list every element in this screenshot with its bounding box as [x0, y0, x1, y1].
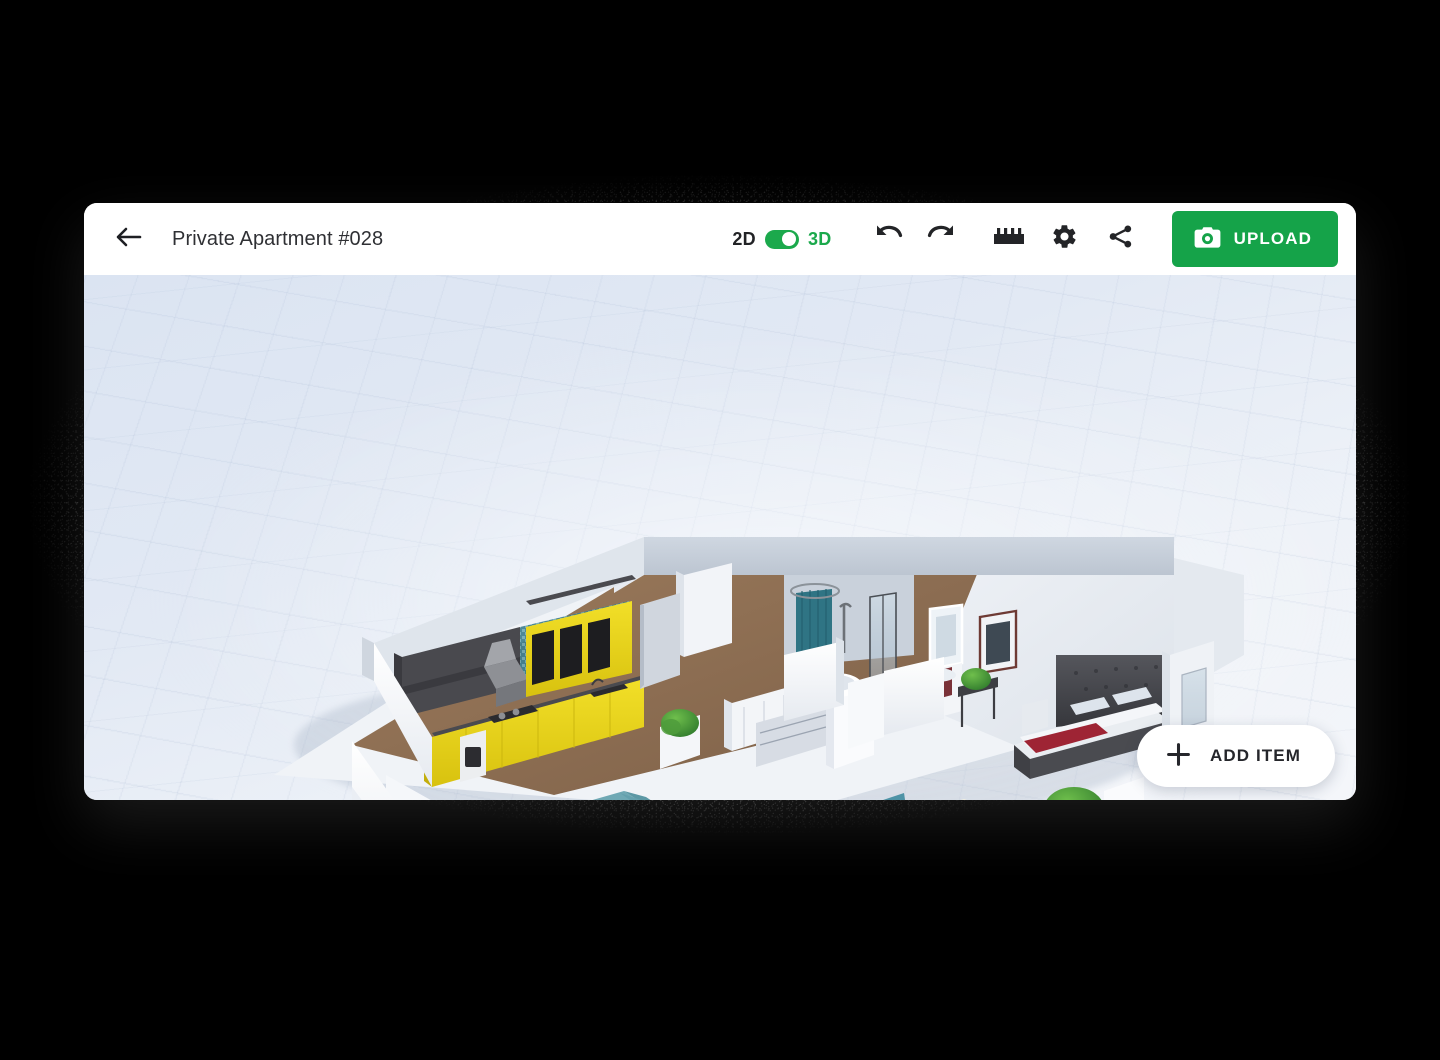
upload-button-label: UPLOAD	[1233, 229, 1312, 248]
camera-icon	[1194, 226, 1221, 252]
upload-button[interactable]: UPLOAD	[1171, 211, 1338, 267]
plus-icon	[1165, 741, 1192, 771]
tool-controls	[988, 218, 1142, 260]
app-header: Private Apartment #028 2D 3D UPLOAD	[84, 203, 1356, 275]
measure-button[interactable]	[988, 218, 1030, 260]
view-mode-switch[interactable]	[764, 229, 799, 249]
undo-icon	[874, 224, 904, 255]
redo-icon	[926, 224, 956, 255]
app-window: Private Apartment #028 2D 3D UPLOAD ADD …	[84, 203, 1356, 800]
add-item-label: ADD ITEM	[1210, 746, 1301, 765]
page-title: Private Apartment #028	[172, 227, 384, 250]
arrow-left-icon	[115, 226, 142, 253]
view-mode-toggle-group[interactable]: 2D 3D	[732, 229, 831, 250]
settings-button[interactable]	[1044, 218, 1086, 260]
gear-icon	[1051, 223, 1078, 255]
view-mode-2d-label[interactable]: 2D	[732, 229, 756, 250]
floorplan-viewport[interactable]: ADD ITEM	[84, 275, 1356, 800]
header-actions: 2D 3D UPLOAD	[732, 211, 1338, 267]
ruler-icon	[993, 225, 1025, 254]
page-root: Private Apartment #028 2D 3D UPLOAD ADD …	[0, 0, 1440, 1060]
add-item-button[interactable]: ADD ITEM	[1137, 725, 1335, 787]
redo-button[interactable]	[920, 218, 962, 260]
view-mode-3d-label[interactable]: 3D	[808, 229, 832, 250]
apartment-3d-model[interactable]	[84, 275, 1356, 800]
back-button[interactable]	[106, 217, 150, 261]
history-controls	[868, 218, 962, 260]
share-button[interactable]	[1100, 218, 1142, 260]
toggle-knob	[782, 232, 797, 246]
share-icon	[1107, 223, 1134, 255]
undo-button[interactable]	[868, 218, 910, 260]
